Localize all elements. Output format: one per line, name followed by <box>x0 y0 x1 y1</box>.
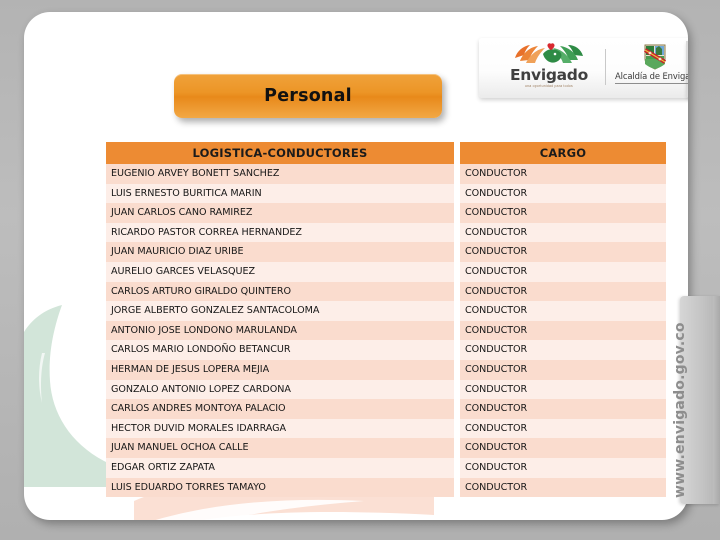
column-header-logistica-conductores: LOGISTICA-CONDUCTORES <box>106 142 454 164</box>
cell-nombre: JUAN CARLOS CANO RAMIREZ <box>106 203 454 223</box>
table-row: JORGE ALBERTO GONZALEZ SANTACOLOMA CONDUC… <box>106 301 666 321</box>
cell-nombre: EDGAR ORTIZ ZAPATA <box>106 457 454 478</box>
envigado-bird-hand-icon <box>515 43 583 63</box>
slide-stage: Envigado una oportunidad para todos Alca… <box>0 0 720 540</box>
envigado-tagline: una oportunidad para todos <box>525 84 573 88</box>
alcaldia-wordmark: Alcaldía de Envigado <box>615 71 688 84</box>
table-row: CARLOS MARIO LONDOÑO BETANCUR CONDUCTOR <box>106 340 666 360</box>
table-row: RICARDO PASTOR CORREA HERNANDEZ CONDUCTOR <box>106 222 666 243</box>
cell-cargo: CONDUCTOR <box>460 242 666 262</box>
envigado-logo: Envigado una oportunidad para todos <box>501 42 597 94</box>
table-row: GONZALO ANTONIO LOPEZ CARDONA CONDUCTOR <box>106 379 666 400</box>
url-strip-edge <box>713 296 720 504</box>
envigado-wordmark: Envigado <box>510 66 588 84</box>
table-row: LUIS EDUARDO TORRES TAMAYO CONDUCTOR <box>106 477 666 498</box>
cell-nombre: LUIS ERNESTO BURITICA MARIN <box>106 183 454 204</box>
cell-nombre: JUAN MAURICIO DIAZ URIBE <box>106 242 454 262</box>
cell-nombre: JORGE ALBERTO GONZALEZ SANTACOLOMA <box>106 301 454 321</box>
website-url-label: www.envigado.gov.co <box>672 322 688 498</box>
cell-nombre: AURELIO GARCES VELASQUEZ <box>106 261 454 282</box>
cell-nombre: CARLOS ARTURO GIRALDO QUINTERO <box>106 281 454 302</box>
table-row: AURELIO GARCES VELASQUEZ CONDUCTOR <box>106 261 666 282</box>
slide-content-card: Envigado una oportunidad para todos Alca… <box>24 12 688 520</box>
table-row: EDGAR ORTIZ ZAPATA CONDUCTOR <box>106 457 666 478</box>
table-row: JUAN CARLOS CANO RAMIREZ CONDUCTOR <box>106 203 666 223</box>
cell-cargo: CONDUCTOR <box>460 164 666 184</box>
table-row: HECTOR DUVID MORALES IDARRAGA CONDUCTOR <box>106 418 666 439</box>
table-body: EUGENIO ARVEY BONETT SANCHEZ CONDUCTOR LUI… <box>106 164 666 498</box>
personnel-table: LOGISTICA-CONDUCTORES CARGO EUGENIO ARVE… <box>106 142 666 498</box>
cell-cargo: CONDUCTOR <box>460 183 666 204</box>
cell-nombre: CARLOS ANDRES MONTOYA PALACIO <box>106 399 454 419</box>
cell-cargo: CONDUCTOR <box>460 301 666 321</box>
cell-nombre: GONZALO ANTONIO LOPEZ CARDONA <box>106 379 454 400</box>
cell-cargo: CONDUCTOR <box>460 222 666 243</box>
column-header-cargo: CARGO <box>460 142 666 164</box>
personal-title-label: Personal <box>264 86 352 106</box>
table-row: ANTONIO JOSE LONDONO MARULANDA CONDUCTOR <box>106 320 666 341</box>
cell-nombre: LUIS EDUARDO TORRES TAMAYO <box>106 477 454 498</box>
cell-cargo: CONDUCTOR <box>460 320 666 341</box>
cell-nombre: HECTOR DUVID MORALES IDARRAGA <box>106 418 454 439</box>
cell-nombre: RICARDO PASTOR CORREA HERNANDEZ <box>106 222 454 243</box>
cell-cargo: CONDUCTOR <box>460 457 666 478</box>
cell-nombre: JUAN MANUEL OCHOA CALLE <box>106 438 454 458</box>
cell-cargo: CONDUCTOR <box>460 477 666 498</box>
cell-cargo: CONDUCTOR <box>460 359 666 380</box>
table-row: JUAN MAURICIO DIAZ URIBE CONDUCTOR <box>106 242 666 262</box>
table-row: CARLOS ANDRES MONTOYA PALACIO CONDUCTOR <box>106 399 666 419</box>
cell-nombre: EUGENIO ARVEY BONETT SANCHEZ <box>106 164 454 184</box>
website-url-strip: www.envigado.gov.co <box>672 296 720 504</box>
table-row: LUIS ERNESTO BURITICA MARIN CONDUCTOR <box>106 183 666 204</box>
cell-cargo: CONDUCTOR <box>460 203 666 223</box>
cell-cargo: CONDUCTOR <box>460 379 666 400</box>
alcaldia-logo: Alcaldía de Envigado <box>615 44 688 84</box>
logo-divider <box>605 49 606 85</box>
cell-cargo: CONDUCTOR <box>460 261 666 282</box>
cell-nombre: ANTONIO JOSE LONDONO MARULANDA <box>106 320 454 341</box>
cell-nombre: HERMAN DE JESUS LOPERA MEJIA <box>106 359 454 380</box>
table-row: EUGENIO ARVEY BONETT SANCHEZ CONDUCTOR <box>106 164 666 184</box>
table-row: JUAN MANUEL OCHOA CALLE CONDUCTOR <box>106 438 666 458</box>
table-row: HERMAN DE JESUS LOPERA MEJIA CONDUCTOR <box>106 359 666 380</box>
cell-cargo: CONDUCTOR <box>460 399 666 419</box>
table-row: CARLOS ARTURO GIRALDO QUINTERO CONDUCTOR <box>106 281 666 302</box>
cell-nombre: CARLOS MARIO LONDOÑO BETANCUR <box>106 340 454 360</box>
logo-banner: Envigado una oportunidad para todos Alca… <box>479 38 688 104</box>
personal-title-button[interactable]: Personal <box>174 74 442 118</box>
cell-cargo: CONDUCTOR <box>460 418 666 439</box>
cell-cargo: CONDUCTOR <box>460 340 666 360</box>
table-header-row: LOGISTICA-CONDUCTORES CARGO <box>106 142 666 164</box>
cell-cargo: CONDUCTOR <box>460 281 666 302</box>
coat-of-arms-icon <box>643 44 667 70</box>
cell-cargo: CONDUCTOR <box>460 438 666 458</box>
